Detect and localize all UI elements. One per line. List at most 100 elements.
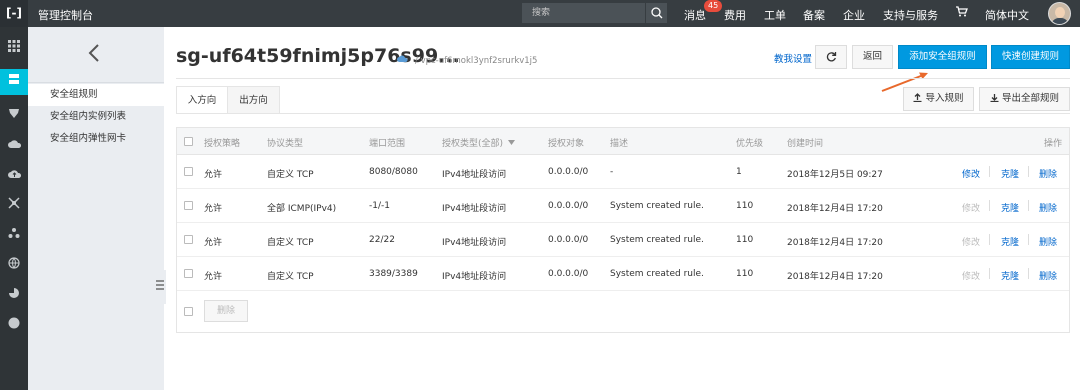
cell-priority: 110 xyxy=(736,269,754,279)
delete-link[interactable]: 删除 xyxy=(1039,201,1057,214)
globe-icon[interactable] xyxy=(0,253,28,279)
tab-inbound[interactable]: 入方向 xyxy=(176,86,228,114)
logo-icon[interactable]: [-] xyxy=(0,0,28,27)
avatar-body xyxy=(1051,18,1069,24)
sidebar-item-instances[interactable]: 安全组内实例列表 xyxy=(28,106,164,128)
circle-icon[interactable] xyxy=(0,313,28,339)
export-rules-label: 导出全部规则 xyxy=(1002,93,1060,104)
cell-priority: 110 xyxy=(736,235,754,245)
cell-policy: 允许 xyxy=(204,272,223,282)
divider xyxy=(989,200,990,211)
divider xyxy=(989,234,990,245)
download-icon xyxy=(990,94,999,103)
clone-link[interactable]: 克隆 xyxy=(1001,235,1019,248)
search-icon xyxy=(651,7,663,19)
clone-link[interactable]: 克隆 xyxy=(1001,269,1019,282)
export-rules-button[interactable]: 导出全部规则 xyxy=(979,87,1070,111)
delete-link[interactable]: 删除 xyxy=(1039,269,1057,282)
delete-link[interactable]: 删除 xyxy=(1039,167,1057,180)
cart-icon[interactable] xyxy=(955,5,968,21)
cell-protocol: 自定义 TCP xyxy=(267,272,314,282)
nav-support[interactable]: 支持与服务 xyxy=(883,7,938,23)
pie-icon[interactable] xyxy=(0,283,28,309)
table-row: 允许 自定义 TCP 8080/8080 IPv4地址段访问 0.0.0.0/0… xyxy=(177,155,1069,189)
network-icon[interactable] xyxy=(0,193,28,219)
avatar[interactable] xyxy=(1048,2,1071,25)
server-icon[interactable] xyxy=(0,69,28,95)
cell-protocol: 自定义 TCP xyxy=(267,170,314,180)
cell-priority: 110 xyxy=(736,201,754,211)
menu-icon xyxy=(156,280,164,290)
cloud-upload-icon[interactable] xyxy=(0,163,28,189)
vpc-id[interactable]: / vpc-uf6mokl3ynf2srurkv1j5 xyxy=(415,56,537,66)
cell-created: 2018年12月4日 17:20 xyxy=(787,272,883,282)
divider xyxy=(1028,166,1029,177)
cell-port: 8080/8080 xyxy=(369,167,418,177)
clone-link[interactable]: 克隆 xyxy=(1001,201,1019,214)
cell-created: 2018年12月5日 09:27 xyxy=(787,170,883,180)
refresh-button[interactable] xyxy=(815,45,847,69)
row-checkbox[interactable] xyxy=(184,235,193,244)
cell-policy: 允许 xyxy=(204,170,223,180)
quick-create-button[interactable]: 快速创建规则 xyxy=(991,45,1070,69)
column-policy: 授权策略 xyxy=(204,139,241,149)
nav-tickets[interactable]: 工单 xyxy=(764,7,786,23)
cell-description: System created rule. xyxy=(610,269,704,279)
cell-auth-type: IPv4地址段访问 xyxy=(442,204,507,214)
refresh-icon xyxy=(826,52,836,62)
edit-link: 修改 xyxy=(962,272,981,282)
delete-link[interactable]: 删除 xyxy=(1039,235,1057,248)
nav-filing[interactable]: 备案 xyxy=(803,7,825,23)
column-auth-type[interactable]: 授权类型(全部) xyxy=(442,136,503,149)
divider xyxy=(1028,268,1029,279)
import-rules-label: 导入规则 xyxy=(925,93,964,104)
sidebar-collapse-handle[interactable] xyxy=(154,270,166,304)
divider xyxy=(1028,200,1029,211)
row-checkbox[interactable] xyxy=(184,269,193,278)
divider xyxy=(989,268,990,279)
bulk-delete-button[interactable]: 删除 xyxy=(204,300,248,322)
cell-port: 3389/3389 xyxy=(369,269,418,279)
column-target: 授权对象 xyxy=(548,139,585,149)
table-row: 允许 全部 ICMP(IPv4) -1/-1 IPv4地址段访问 0.0.0.0… xyxy=(177,189,1069,223)
chevron-left-icon[interactable] xyxy=(88,43,100,67)
grid-icon[interactable] xyxy=(0,36,28,62)
tab-outbound[interactable]: 出方向 xyxy=(227,86,280,114)
nav-messages[interactable]: 消息 xyxy=(684,7,706,23)
row-checkbox[interactable] xyxy=(184,167,193,176)
footer-select-all-checkbox[interactable] xyxy=(184,307,193,316)
cell-target: 0.0.0.0/0 xyxy=(548,269,589,279)
table-header: 授权策略 协议类型 端口范围 授权类型(全部) 授权对象 描述 优先级 创建时间… xyxy=(177,128,1069,155)
language-switch[interactable]: 简体中文 xyxy=(985,7,1029,23)
security-group-sidebar: 安全组规则 安全组内实例列表 安全组内弹性网卡 xyxy=(28,27,164,390)
select-all-checkbox[interactable] xyxy=(184,137,193,146)
row-checkbox[interactable] xyxy=(184,201,193,210)
cell-description: System created rule. xyxy=(610,235,704,245)
vpc-icon xyxy=(397,55,408,66)
divider xyxy=(1028,234,1029,245)
security-icon[interactable] xyxy=(0,103,28,129)
sidebar-item-rules[interactable]: 安全组规则 xyxy=(28,84,164,106)
nav-billing[interactable]: 费用 xyxy=(724,7,746,23)
column-protocol: 协议类型 xyxy=(267,139,304,149)
caret-down-icon[interactable] xyxy=(508,138,515,148)
column-created: 创建时间 xyxy=(787,139,824,149)
help-link[interactable]: 教我设置 xyxy=(774,51,812,65)
search-input[interactable]: 搜索 xyxy=(522,3,645,23)
nodes-icon[interactable] xyxy=(0,223,28,249)
clone-link[interactable]: 克隆 xyxy=(1001,167,1019,180)
product-rail xyxy=(0,27,28,390)
console-title[interactable]: 管理控制台 xyxy=(38,7,93,23)
nav-enterprise[interactable]: 企业 xyxy=(843,7,865,23)
upload-icon xyxy=(913,93,922,103)
rules-table: 授权策略 协议类型 端口范围 授权类型(全部) 授权对象 描述 优先级 创建时间… xyxy=(176,127,1070,333)
column-priority: 优先级 xyxy=(736,139,764,149)
edit-link[interactable]: 修改 xyxy=(962,167,980,180)
search-button[interactable] xyxy=(645,3,667,23)
cloud-icon[interactable] xyxy=(0,133,28,159)
sidebar-item-enis[interactable]: 安全组内弹性网卡 xyxy=(28,128,164,150)
import-rules-button[interactable]: 导入规则 xyxy=(903,87,974,111)
cell-port: -1/-1 xyxy=(369,201,390,211)
cell-priority: 1 xyxy=(736,167,742,177)
cell-created: 2018年12月4日 17:20 xyxy=(787,238,883,248)
